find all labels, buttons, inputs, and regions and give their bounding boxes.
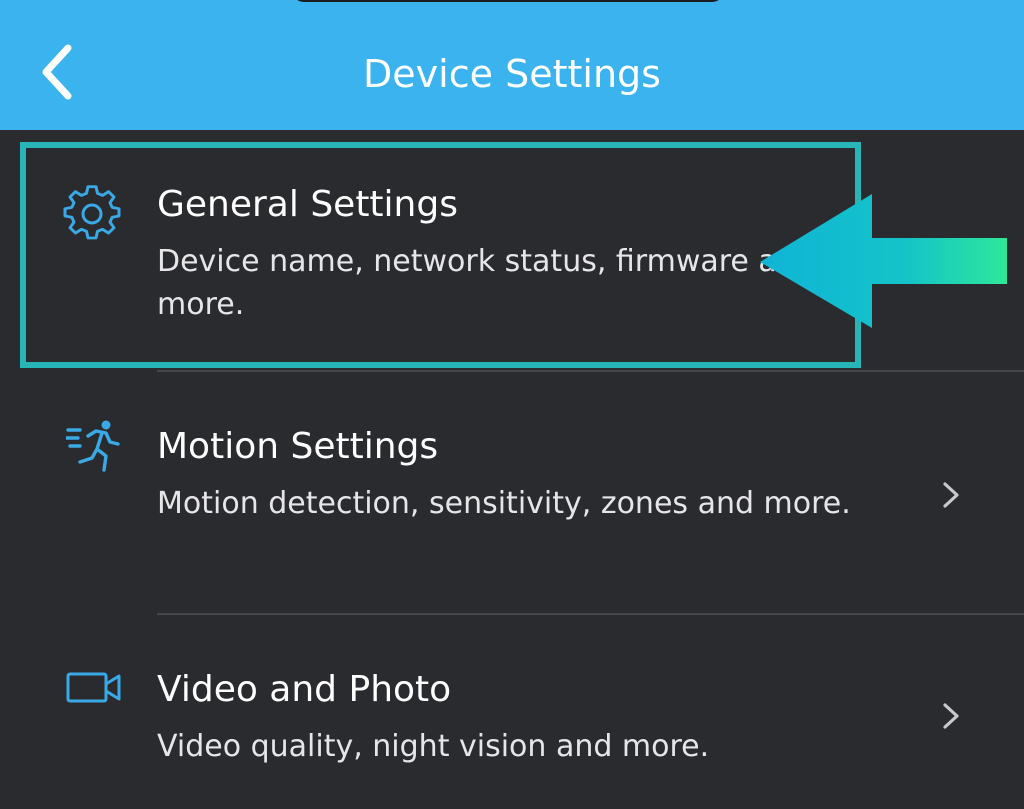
general-settings-title: General Settings [157,184,458,225]
device-settings-screen: Device Settings General Settings Device … [0,0,1024,809]
chevron-right-icon [943,703,959,729]
running-person-icon [64,418,122,478]
chevron-right-icon [943,482,959,508]
video-photo-description: Video quality, night vision and more. [157,729,710,764]
video-photo-row[interactable]: Video and Photo Video quality, night vis… [0,615,1024,809]
header-bar: Device Settings [0,0,1024,130]
general-settings-description: Device name, network status, firmware an… [157,244,815,322]
motion-settings-title: Motion Settings [157,426,439,467]
general-settings-row[interactable]: General Settings Device name, network st… [0,140,1024,370]
page-title: Device Settings [363,52,661,96]
video-camera-icon [66,671,122,709]
device-notch [292,0,724,2]
gear-icon [62,184,122,248]
motion-settings-row[interactable]: Motion Settings Motion detection, sensit… [0,372,1024,613]
motion-settings-description: Motion detection, sensitivity, zones and… [157,486,851,521]
video-photo-title: Video and Photo [157,669,452,710]
